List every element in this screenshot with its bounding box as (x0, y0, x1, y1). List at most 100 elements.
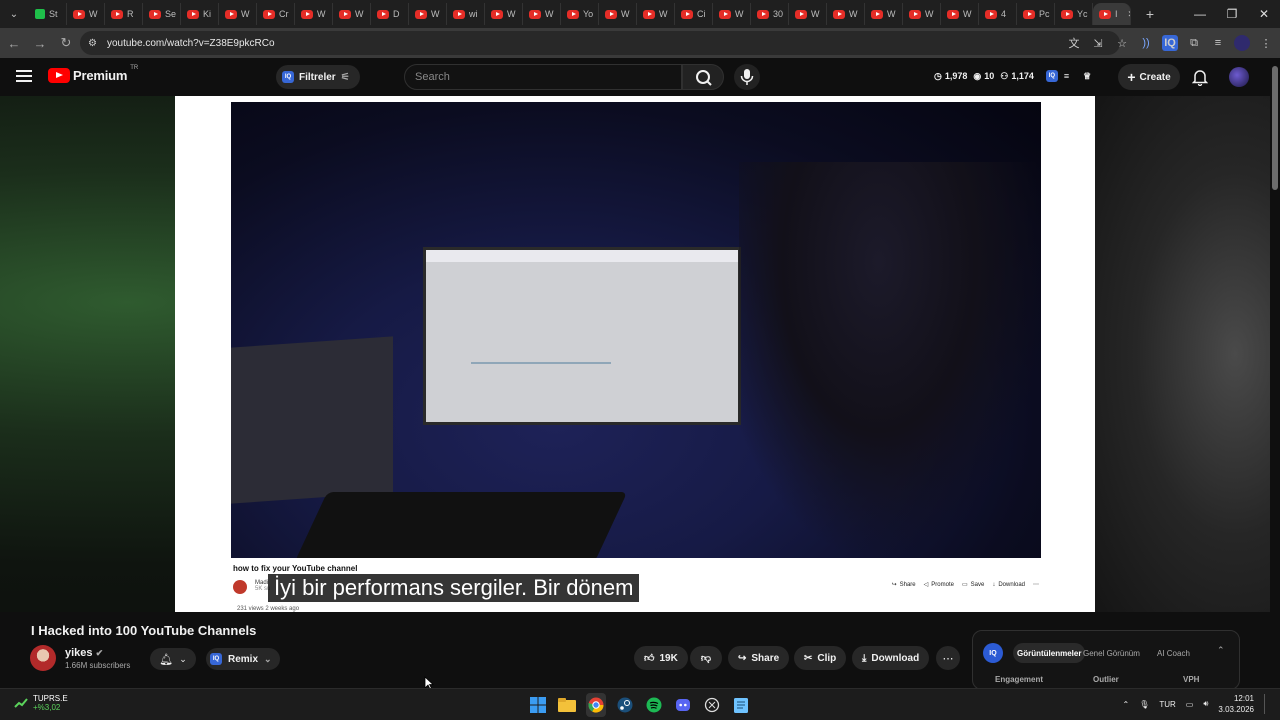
browser-tab[interactable]: W (865, 3, 903, 25)
trophy-icon[interactable]: ♕ (1083, 71, 1091, 82)
file-explorer-icon[interactable] (557, 693, 577, 717)
filters-button[interactable]: IQ Filtreler ⚟ (276, 65, 360, 89)
menu-hamburger-icon[interactable] (16, 70, 32, 82)
reload-icon[interactable]: ↻ (54, 31, 78, 55)
restore-icon[interactable]: ❐ (1216, 0, 1248, 28)
address-bar[interactable]: ⚙ youtube.com/watch?v=Z38E9pkcRCo (80, 31, 1120, 55)
chatgpt-icon[interactable] (702, 693, 722, 717)
account-avatar[interactable] (1229, 67, 1249, 87)
vidiq-icon[interactable]: IQ (1045, 70, 1058, 82)
browser-tab[interactable]: W (903, 3, 941, 25)
tab-overview[interactable]: Genel Görünüm (1079, 643, 1144, 663)
browser-tab[interactable]: Ci (675, 3, 713, 25)
clip-button[interactable]: ✂ Clip (794, 646, 847, 670)
tab-label: wi (469, 9, 478, 19)
browser-tab[interactable]: wi (447, 3, 485, 25)
search-button[interactable] (682, 64, 724, 90)
browser-tab[interactable]: St (29, 3, 67, 25)
network-icon[interactable]: ▭ (1186, 700, 1194, 709)
browser-tab[interactable]: W (219, 3, 257, 25)
browser-tab[interactable]: W (485, 3, 523, 25)
vidiq-logo-icon: IQ (983, 643, 1003, 663)
browser-tab[interactable]: W (599, 3, 637, 25)
volume-icon[interactable]: 🔊︎ (1203, 699, 1208, 709)
profile-avatar-icon[interactable] (1234, 35, 1250, 51)
share-button[interactable]: ↪ Share (728, 646, 790, 670)
more-actions-button[interactable]: ⋯ (936, 646, 960, 670)
browser-tab[interactable]: 4 (979, 3, 1017, 25)
extension-wave-icon[interactable]: )) (1138, 35, 1154, 51)
browser-tab[interactable]: W (409, 3, 447, 25)
download-button[interactable]: ⤓ Download (852, 646, 930, 670)
dislike-button[interactable]: 👎︎ (690, 646, 722, 670)
browser-tab[interactable]: W (789, 3, 827, 25)
browser-tab[interactable]: W (523, 3, 561, 25)
like-button[interactable]: 👍︎ 19K (634, 646, 688, 670)
extensions-puzzle-icon[interactable]: ⧉ (1186, 35, 1202, 51)
minimize-icon[interactable]: — (1184, 0, 1216, 28)
search-input[interactable]: Search (404, 64, 682, 90)
steam-icon[interactable] (615, 693, 635, 717)
subscription-bell-button[interactable]: 🔔︎ ⌄ (150, 648, 196, 670)
notifications-bell-icon[interactable] (1192, 68, 1208, 86)
browser-tab[interactable]: Yc (1055, 3, 1093, 25)
close-tab-icon[interactable]: ✕ (1128, 9, 1130, 20)
site-info-icon[interactable]: ⚙ (88, 38, 97, 49)
bookmark-star-icon[interactable]: ☆ (1114, 35, 1130, 51)
new-tab-button[interactable]: + (1139, 3, 1161, 25)
browser-tab[interactable]: W (67, 3, 105, 25)
scrollbar-thumb[interactable] (1272, 66, 1278, 190)
windows-start-icon[interactable] (528, 693, 548, 717)
tray-chevron-up-icon[interactable]: ⌃ (1122, 700, 1129, 709)
youtube-favicon-icon (719, 9, 731, 19)
browser-tab[interactable]: Yo (561, 3, 599, 25)
page-scrollbar[interactable] (1270, 58, 1280, 688)
notification-center-icon[interactable] (1264, 694, 1268, 714)
tab-search-button[interactable]: ⌄ (3, 3, 25, 25)
collapse-chevron-icon[interactable]: ⌃ (1217, 645, 1225, 656)
input-language[interactable]: TUR (1159, 700, 1175, 709)
browser-tab[interactable]: W (941, 3, 979, 25)
extension-iq-icon[interactable]: IQ (1162, 35, 1178, 51)
voice-search-button[interactable] (734, 64, 760, 90)
inner-channel-avatar (233, 580, 247, 594)
tray-microphone-icon[interactable]: 🎙︎ (1139, 700, 1149, 709)
spotify-icon[interactable] (644, 693, 664, 717)
tab-label: Ci (697, 9, 706, 19)
create-button[interactable]: + Create (1118, 64, 1180, 90)
browser-tab[interactable]: Pc (1017, 3, 1055, 25)
stock-widget[interactable]: TUPRS.E +%3,02 (14, 694, 68, 712)
discord-icon[interactable] (673, 693, 693, 717)
clock-icon: ◷ (934, 70, 942, 81)
browser-tab[interactable]: Se (143, 3, 181, 25)
browser-tab[interactable]: I✕ (1093, 3, 1131, 25)
install-icon[interactable]: ⇲ (1090, 35, 1106, 51)
browser-tab[interactable]: W (333, 3, 371, 25)
list-icon[interactable]: ≡ (1064, 71, 1069, 81)
browser-tab[interactable]: W (827, 3, 865, 25)
browser-tab[interactable]: D (371, 3, 409, 25)
channel-name[interactable]: yikes ✔ (65, 647, 103, 659)
subscriber-count: 1.66M subscribers (65, 661, 131, 670)
browser-tab[interactable]: 30 (751, 3, 789, 25)
translate-icon[interactable]: 文 (1066, 35, 1082, 51)
forward-icon[interactable]: → (28, 31, 52, 55)
chrome-icon[interactable] (586, 693, 606, 717)
youtube-premium-logo[interactable]: Premium TR (48, 65, 138, 83)
channel-avatar[interactable] (30, 645, 56, 671)
browser-tab[interactable]: Ki (181, 3, 219, 25)
tab-ai-coach[interactable]: AI Coach (1153, 643, 1194, 663)
clock[interactable]: 12:01 3.03.2026 (1218, 693, 1254, 715)
close-window-icon[interactable]: ✕ (1248, 0, 1280, 28)
reading-list-icon[interactable]: ≡ (1210, 35, 1226, 51)
browser-tab[interactable]: Cr (257, 3, 295, 25)
notepad-icon[interactable] (731, 693, 751, 717)
browser-tab[interactable]: R (105, 3, 143, 25)
browser-tab[interactable]: W (713, 3, 751, 25)
chrome-menu-icon[interactable]: ⋮ (1258, 35, 1274, 51)
browser-tab[interactable]: W (295, 3, 333, 25)
browser-tab[interactable]: W (637, 3, 675, 25)
remix-button[interactable]: IQ Remix ⌄ (206, 648, 280, 670)
tab-views[interactable]: Görüntülenmeler (1013, 643, 1086, 663)
back-icon[interactable]: ← (2, 31, 26, 55)
